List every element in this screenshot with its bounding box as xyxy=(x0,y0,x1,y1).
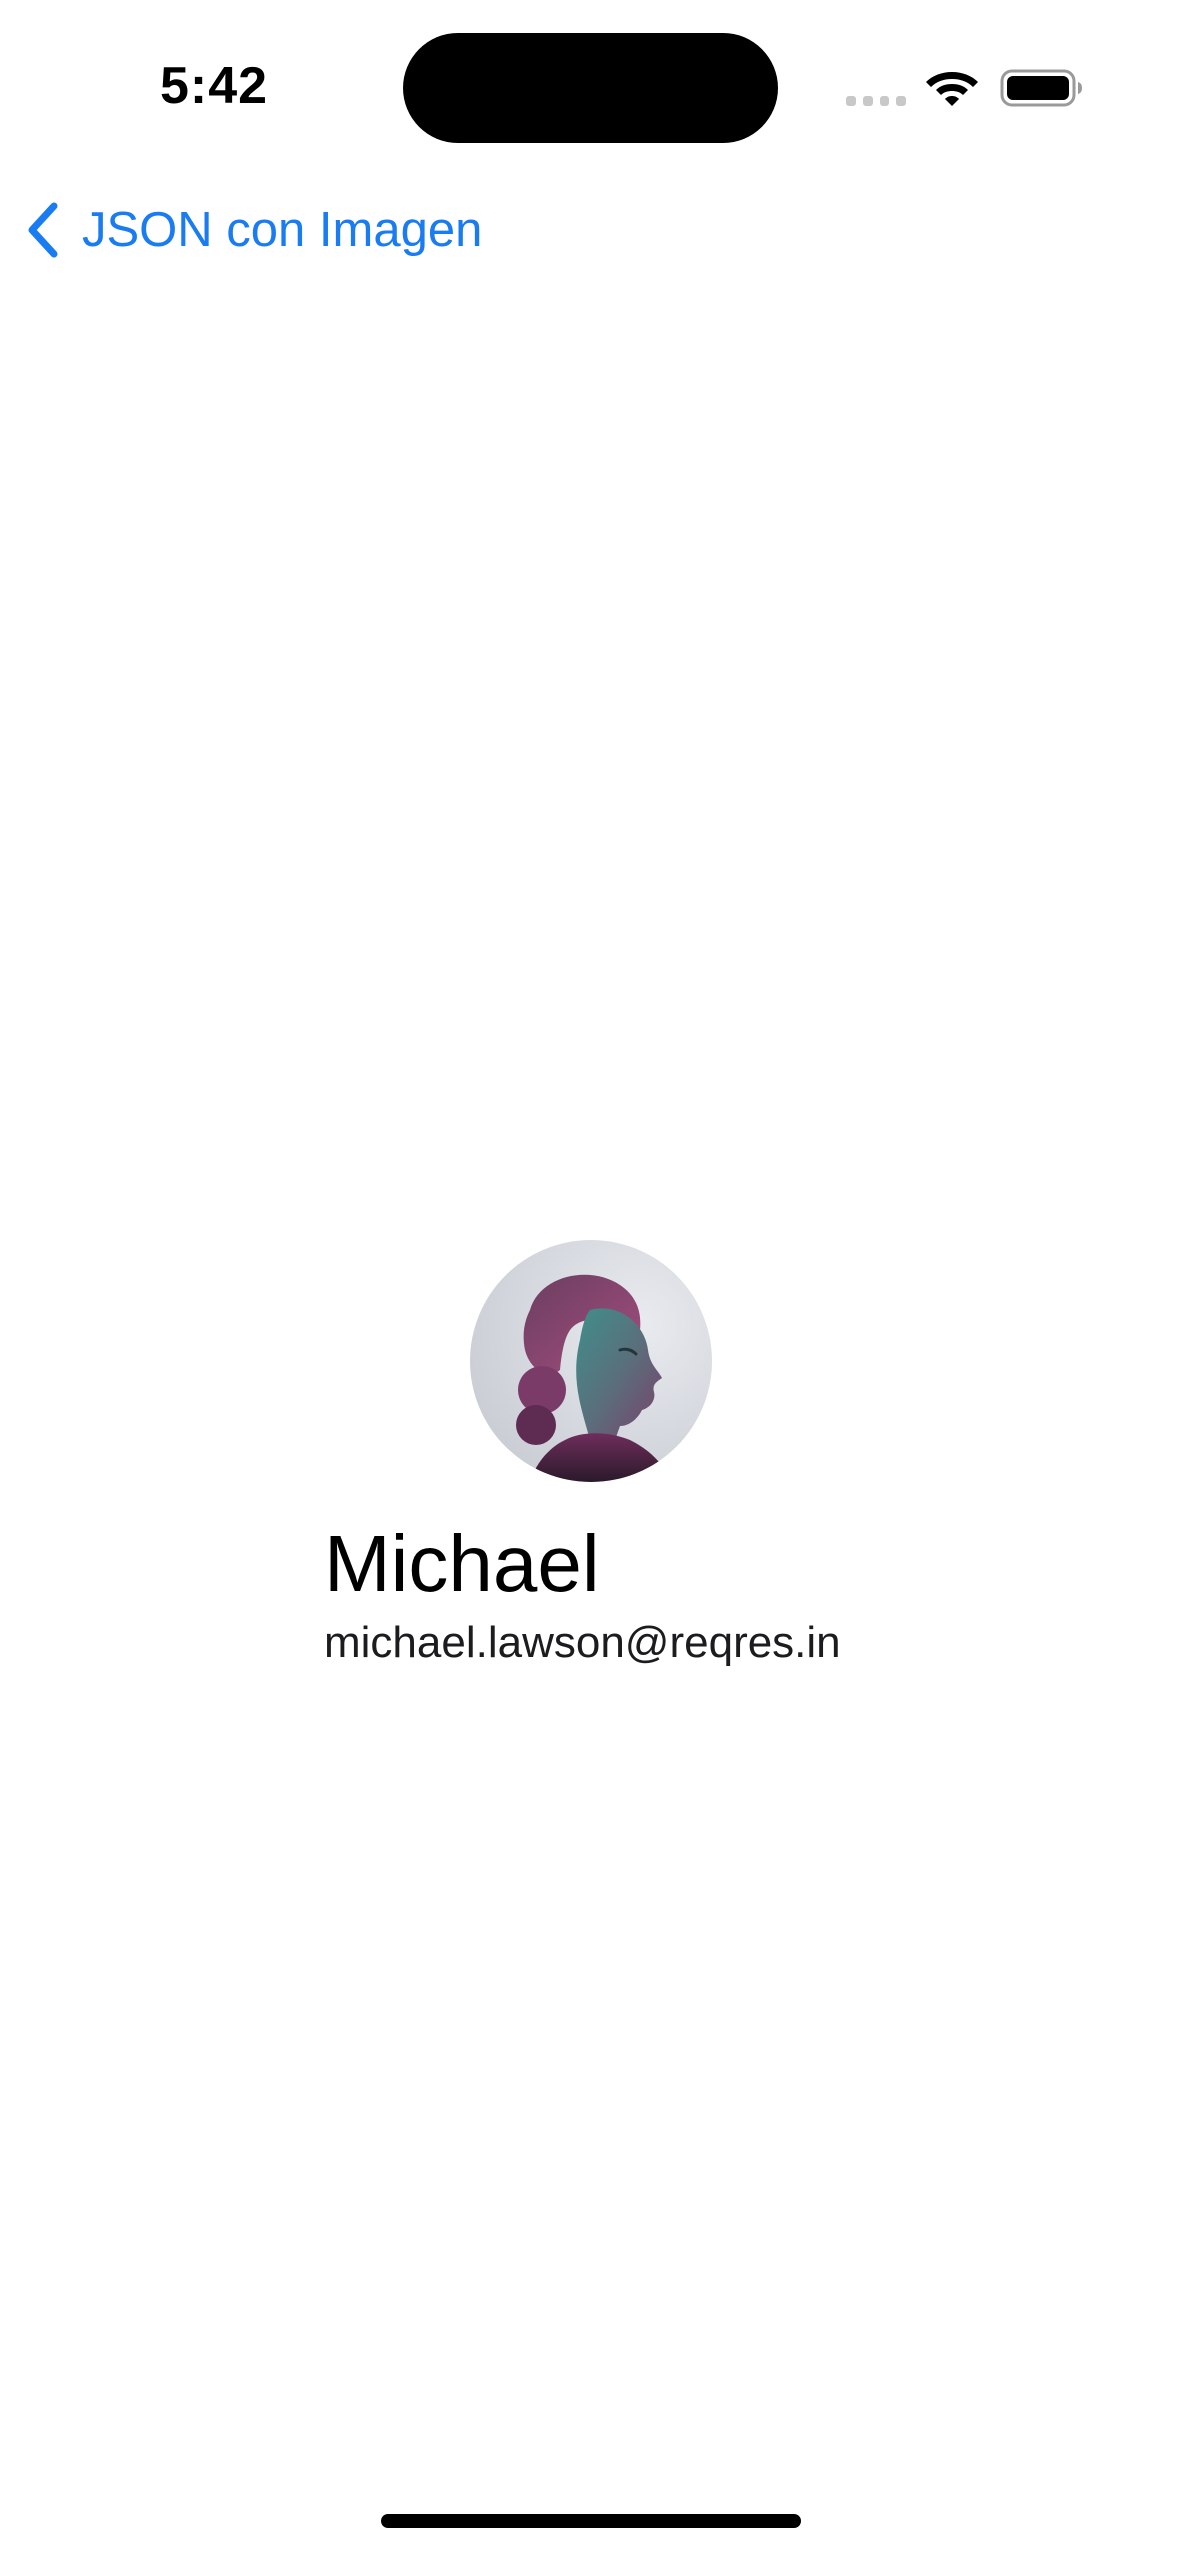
wifi-icon xyxy=(926,72,978,106)
status-bar: 5:42 xyxy=(0,0,1179,150)
back-button-label: JSON con Imagen xyxy=(82,203,483,257)
status-time: 5:42 xyxy=(160,57,269,115)
profile-name: Michael xyxy=(324,1519,600,1608)
profile-email: michael.lawson@reqres.in xyxy=(324,1618,841,1667)
cellular-signal-icon xyxy=(846,94,906,108)
chevron-left-icon xyxy=(28,202,58,258)
avatar xyxy=(470,1240,712,1482)
dynamic-island xyxy=(403,33,778,143)
home-indicator[interactable] xyxy=(381,2514,801,2528)
back-button[interactable]: JSON con Imagen xyxy=(24,190,482,270)
battery-icon xyxy=(1000,69,1082,107)
user-avatar-photo xyxy=(516,1274,670,1482)
